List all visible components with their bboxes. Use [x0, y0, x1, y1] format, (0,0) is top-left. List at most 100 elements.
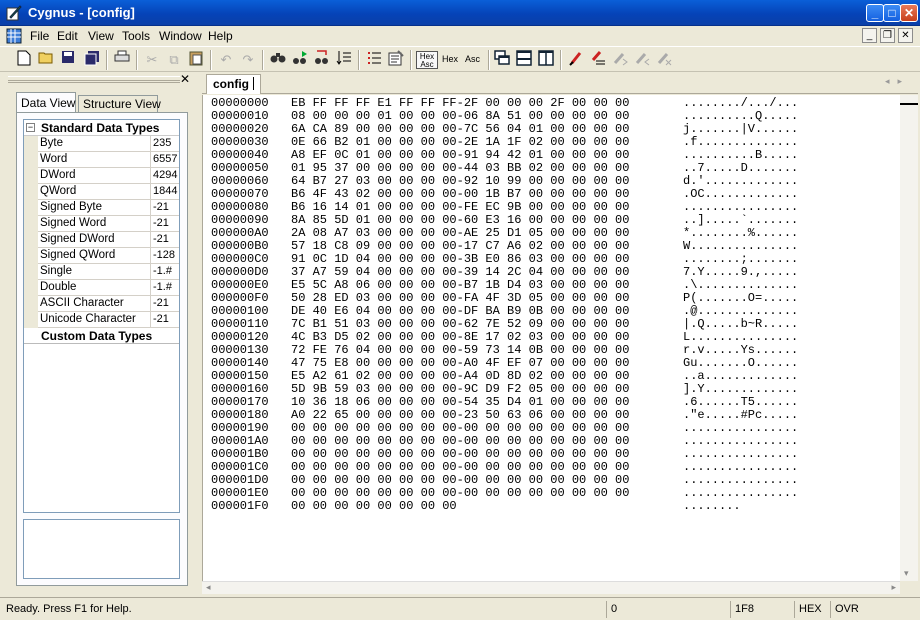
- minimize-button[interactable]: _: [866, 4, 884, 22]
- row-value[interactable]: -128: [150, 248, 179, 264]
- copy-icon[interactable]: ⧉: [164, 50, 184, 70]
- row-name: Unicode Character: [40, 313, 136, 325]
- row-value[interactable]: -1.#: [150, 264, 179, 280]
- row-value[interactable]: -1.#: [150, 280, 179, 296]
- table-row[interactable]: Word 6557: [24, 152, 179, 168]
- properties-icon[interactable]: [386, 50, 406, 70]
- table-row[interactable]: Byte 235: [24, 136, 179, 152]
- toggle-bookmark-icon[interactable]: [566, 50, 586, 70]
- document-tab-bar: config ◂▸: [202, 72, 918, 94]
- tab-structure-view[interactable]: Structure View: [78, 95, 161, 112]
- find-next-icon[interactable]: [290, 50, 310, 70]
- row-value[interactable]: -21: [150, 216, 179, 232]
- mdi-minimize-button[interactable]: _: [862, 28, 877, 43]
- table-row[interactable]: Single -1.#: [24, 264, 179, 280]
- app-icon[interactable]: [6, 5, 22, 21]
- open-folder-icon[interactable]: [36, 50, 56, 70]
- asc-view-button[interactable]: Asc: [465, 54, 480, 64]
- custom-types-header[interactable]: Custom Data Types: [24, 328, 179, 344]
- hex-bytes[interactable]: 00 00 00 00 00 00 00 00: [291, 500, 457, 513]
- tile-horizontal-icon[interactable]: [514, 50, 534, 70]
- replace-icon[interactable]: [312, 50, 332, 70]
- menu-tools[interactable]: Tools: [122, 29, 150, 43]
- table-row[interactable]: Signed Byte -21: [24, 200, 179, 216]
- row-value[interactable]: 4294: [150, 168, 179, 184]
- standard-types-header[interactable]: − Standard Data Types: [24, 120, 179, 136]
- scroll-thumb[interactable]: [900, 95, 918, 105]
- mdi-close-button[interactable]: ✕: [898, 28, 913, 43]
- table-row[interactable]: Signed QWord -128: [24, 248, 179, 264]
- toolbar-separator: [488, 50, 490, 70]
- scroll-left-icon[interactable]: ◂: [206, 582, 211, 593]
- row-value[interactable]: 1844: [150, 184, 179, 200]
- menu-file[interactable]: File: [30, 29, 49, 43]
- menu-help[interactable]: Help: [208, 29, 233, 43]
- vertical-scrollbar[interactable]: ▾: [900, 95, 918, 581]
- scroll-down-icon[interactable]: ▾: [904, 568, 909, 579]
- table-row[interactable]: Signed Word -21: [24, 216, 179, 232]
- cascade-windows-icon[interactable]: [492, 50, 512, 70]
- list-icon[interactable]: [364, 50, 384, 70]
- status-position: 0: [606, 601, 726, 618]
- row-value[interactable]: 6557: [150, 152, 179, 168]
- ascii-text[interactable]: ........: [683, 500, 741, 513]
- table-row[interactable]: DWord 4294: [24, 168, 179, 184]
- collapse-icon[interactable]: −: [26, 123, 35, 132]
- undo-icon[interactable]: ↶: [216, 50, 236, 70]
- prev-bookmark-icon[interactable]: [632, 50, 652, 70]
- menu-window[interactable]: Window: [159, 29, 202, 43]
- document-icon[interactable]: [6, 28, 22, 44]
- tile-vertical-icon[interactable]: [536, 50, 556, 70]
- status-mode: HEX: [794, 601, 828, 618]
- table-row[interactable]: Signed DWord -21: [24, 232, 179, 248]
- document-tab[interactable]: config: [206, 74, 261, 94]
- menu-view[interactable]: View: [88, 29, 114, 43]
- paste-icon[interactable]: [186, 50, 206, 70]
- new-file-icon[interactable]: [14, 50, 34, 70]
- maximize-button[interactable]: □: [883, 4, 901, 22]
- row-value[interactable]: -21: [150, 296, 179, 312]
- clear-bookmarks-icon[interactable]: [654, 50, 674, 70]
- row-name: Signed Word: [40, 217, 107, 229]
- cut-icon[interactable]: ✂: [142, 50, 162, 70]
- toolbar-separator: [210, 50, 212, 70]
- row-value[interactable]: 235: [150, 136, 179, 152]
- status-insert-mode: OVR: [830, 601, 870, 618]
- save-icon[interactable]: [58, 50, 78, 70]
- table-row[interactable]: ASCII Character -21: [24, 296, 179, 312]
- horizontal-scrollbar[interactable]: ◂ ▸: [202, 581, 900, 594]
- row-value[interactable]: -21: [150, 200, 179, 216]
- redo-icon[interactable]: ↷: [238, 50, 258, 70]
- document-tab-label: config: [213, 77, 249, 91]
- table-row[interactable]: Double -1.#: [24, 280, 179, 296]
- standard-types-label: Standard Data Types: [41, 121, 160, 135]
- window-title: Cygnus - [config]: [28, 5, 135, 20]
- toolbar-separator: [262, 50, 264, 70]
- tab-scroll-arrows-icon[interactable]: ◂▸: [885, 76, 910, 87]
- bookmark-list-icon[interactable]: [588, 50, 608, 70]
- table-row[interactable]: QWord 1844: [24, 184, 179, 200]
- row-name: DWord: [40, 169, 76, 181]
- tab-data-view[interactable]: Data View: [16, 92, 76, 112]
- mdi-restore-button[interactable]: ❐: [880, 28, 895, 43]
- hex-asc-view-button[interactable]: Hex Asc: [416, 51, 438, 69]
- save-all-icon[interactable]: [82, 50, 102, 70]
- hex-view[interactable]: 00000000 EB FF FF FF E1 FF FF FF-2F 00 00…: [202, 95, 900, 581]
- scroll-right-icon[interactable]: ▸: [891, 582, 896, 593]
- find-icon[interactable]: [268, 50, 288, 70]
- panel-close-icon[interactable]: ✕: [180, 72, 190, 86]
- row-name: Signed DWord: [40, 233, 115, 245]
- next-bookmark-icon[interactable]: [610, 50, 630, 70]
- hex-view-button[interactable]: Hex: [442, 54, 458, 64]
- panel-grip[interactable]: [8, 80, 180, 83]
- toolbar-separator: [136, 50, 138, 70]
- menu-edit[interactable]: Edit: [57, 29, 78, 43]
- row-value[interactable]: -21: [150, 312, 179, 328]
- row-value[interactable]: -21: [150, 232, 179, 248]
- goto-icon[interactable]: [334, 50, 354, 70]
- status-bar: Ready. Press F1 for Help. 0 1F8 HEX OVR: [0, 597, 920, 620]
- table-row[interactable]: Unicode Character -21: [24, 312, 179, 328]
- print-icon[interactable]: [112, 50, 132, 70]
- hex-offset: 000001F0: [211, 499, 269, 513]
- close-button[interactable]: ✕: [900, 4, 918, 22]
